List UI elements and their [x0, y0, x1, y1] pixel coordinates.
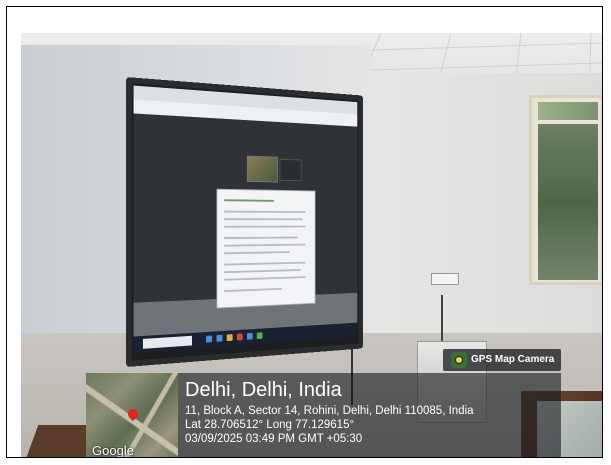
doc-line: [224, 225, 306, 228]
address: 11, Block A, Sector 14, Rohini, Delhi, D…: [185, 405, 474, 417]
taskbar-icon: [216, 334, 223, 342]
location-title: Delhi, Delhi, India: [185, 379, 342, 401]
doc-line: [224, 236, 298, 240]
doc-line: [224, 251, 290, 255]
timestamp: 03/09/2025 03:49 PM GMT +05:30: [185, 433, 363, 445]
window-glass: [538, 124, 598, 280]
map-pin-icon: [125, 406, 141, 422]
wall-display: [126, 77, 364, 367]
photo-frame: Google GPS Map Camera Delhi, Delhi, Indi…: [6, 6, 603, 458]
taskbar-icon: [236, 333, 243, 341]
video-tile: [246, 155, 278, 183]
taskbar-search: [142, 335, 193, 349]
doc-line: [224, 210, 306, 213]
window-top-pane: [538, 102, 598, 120]
doc-line: [224, 261, 306, 266]
map-brand: Google: [92, 443, 134, 458]
shared-document: [216, 188, 316, 309]
doc-line: [224, 269, 301, 274]
doc-line: [224, 243, 306, 247]
doc-line: [224, 218, 303, 221]
map-thumbnail: Google: [86, 373, 178, 458]
taskbar-icon: [226, 334, 233, 342]
app-badge-label: GPS Map Camera: [471, 354, 555, 365]
taskbar-icon: [256, 332, 263, 340]
doc-line: [224, 199, 274, 202]
taskbar-icon: [206, 335, 213, 343]
doc-line: [224, 287, 282, 293]
meeting-area: [133, 113, 358, 309]
doc-line: [224, 276, 306, 281]
camera-pin-icon: [451, 352, 467, 368]
app-badge: GPS Map Camera: [443, 349, 561, 371]
display-screen: [133, 85, 358, 353]
taskbar: [133, 322, 358, 353]
video-tile: [279, 158, 302, 182]
coordinates: Lat 28.706512° Long 77.129615°: [185, 419, 355, 431]
taskbar-icon: [246, 332, 253, 340]
wall-outlet: [431, 273, 459, 285]
window: [529, 95, 602, 285]
